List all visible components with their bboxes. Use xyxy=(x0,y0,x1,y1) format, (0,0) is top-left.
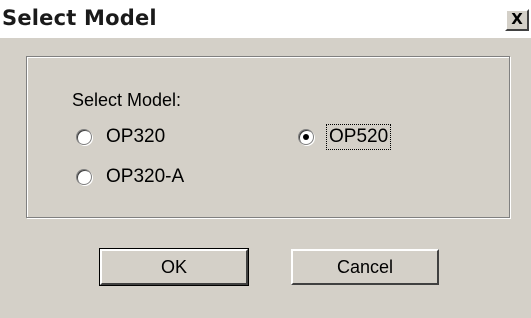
radio-op320[interactable]: OP320 xyxy=(76,126,165,148)
window-title: Select Model xyxy=(2,6,157,30)
radio-label: OP520 xyxy=(325,124,392,150)
ok-button[interactable]: OK xyxy=(99,248,249,286)
radio-button-icon xyxy=(76,129,92,145)
close-button[interactable]: X xyxy=(505,9,529,31)
title-bar: Select Model X xyxy=(0,0,531,38)
radio-button-checked-icon xyxy=(298,129,314,145)
radio-op520[interactable]: OP520 xyxy=(298,124,392,150)
group-label: Select Model: xyxy=(72,90,182,110)
radio-op320-a[interactable]: OP320-A xyxy=(76,166,184,188)
select-model-dialog: Select Model X Select Model: OP320 OP520… xyxy=(0,0,531,318)
cancel-button[interactable]: Cancel xyxy=(291,249,439,285)
radio-label: OP320 xyxy=(106,126,166,147)
radio-button-icon xyxy=(76,169,92,185)
radio-label: OP320-A xyxy=(106,166,185,187)
